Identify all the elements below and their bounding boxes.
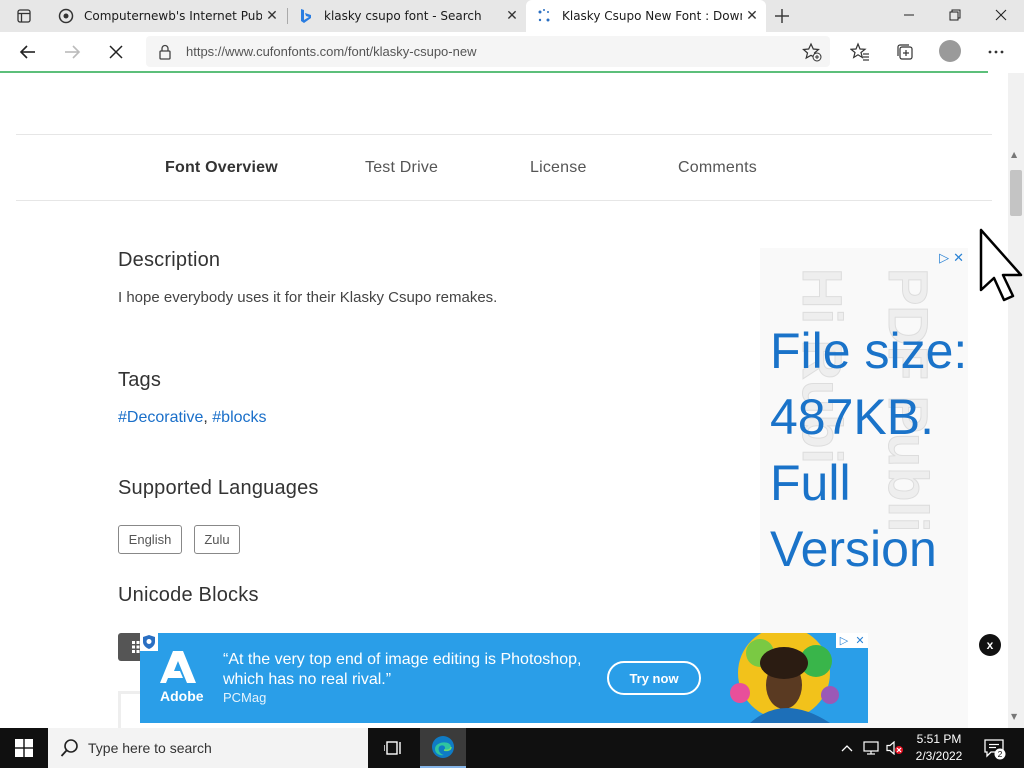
tab-actions-button[interactable] [8,4,40,28]
collections-button[interactable] [893,40,917,64]
tab-title: klasky csupo font - Search [324,9,482,23]
settings-menu-button[interactable] [984,40,1008,64]
subnav-license[interactable]: License [530,159,587,177]
back-arrow-icon [19,45,35,59]
subnav-test-drive[interactable]: Test Drive [365,159,438,177]
tab-search[interactable]: klasky csupo font - Search ✕ [288,0,526,32]
subnav-comments[interactable]: Comments [678,159,757,177]
chevron-up-icon [841,745,853,752]
forward-arrow-icon [65,45,81,59]
adchoices[interactable]: ▷ ✕ [939,251,964,266]
minimize-icon [904,14,914,16]
tag-separator: , [203,409,208,426]
task-view-icon [384,741,401,755]
volume-button[interactable] [884,728,906,768]
windows-logo-icon [15,739,33,757]
tab-computernewb[interactable]: Computernewb's Internet Pub H ✕ [48,0,286,32]
tab-strip: Computernewb's Internet Pub H ✕ klasky c… [0,0,1024,32]
tab-title: Computernewb's Internet Pub H [84,9,262,23]
banner-adchoices[interactable]: ▷ ✕ [836,633,868,648]
add-favorite-icon[interactable] [802,42,822,62]
banner-advertisement[interactable]: Adobe “At the very top end of image edit… [140,633,868,723]
unicode-blocks-heading: Unicode Blocks [118,584,259,606]
task-view-button[interactable] [372,728,416,768]
tab-title: Klasky Csupo New Font : Downlo [562,9,742,23]
scrollbar-thumb[interactable] [1010,170,1022,216]
system-clock[interactable]: 5:51 PM 2/3/2022 [910,731,968,765]
taskbar-edge-button[interactable] [420,728,466,768]
font-subnav: Font Overview Test Drive License Comment… [16,135,992,201]
scroll-up-arrow-icon[interactable]: ▲ [1011,150,1017,159]
taskbar: Type here to search 5:51 PM 2/3/2022 2 [0,728,1024,768]
ad-quote: “At the very top end of image editing is… [223,651,582,688]
more-dots-icon [988,50,1004,54]
supported-languages-heading: Supported Languages [118,477,319,499]
tag-link[interactable]: #blocks [212,409,266,426]
try-now-button[interactable]: Try now [607,661,701,695]
clock-time: 5:51 PM [916,732,962,746]
favorites-star-icon [850,42,869,61]
adchoices-play-icon[interactable]: ▷ [939,251,949,266]
search-placeholder: Type here to search [88,740,212,756]
edge-browser-icon [432,736,454,758]
close-window-button[interactable] [978,0,1024,30]
ad-brand: Adobe [160,688,204,704]
back-button[interactable] [12,36,44,68]
forward-button[interactable] [56,36,88,68]
subnav-font-overview[interactable]: Font Overview [165,159,278,177]
start-button[interactable] [0,728,48,768]
tags-heading: Tags [118,369,162,391]
restore-icon [949,9,961,21]
gear-shield-favicon-icon [58,8,74,24]
clock-date: 2/3/2022 [915,749,963,763]
tag-link[interactable]: #Decorative [118,409,203,426]
language-chip[interactable]: Zulu [194,525,240,554]
tag-list: #Decorative, #blocks [118,409,267,427]
network-button[interactable] [860,728,882,768]
network-icon [863,741,879,755]
notification-count: 2 [998,749,1003,759]
ad-close-icon[interactable]: ✕ [953,251,964,266]
bing-favicon-icon [298,8,314,24]
search-icon [60,739,78,757]
tab-klasky-csupo[interactable]: Klasky Csupo New Font : Downlo ✕ [526,0,766,32]
profile-avatar[interactable] [939,40,961,62]
taskbar-search-box[interactable]: Type here to search [48,728,368,768]
show-hidden-icons-button[interactable] [838,728,856,768]
ad-dismiss-button[interactable]: x [979,634,1001,656]
description-text: I hope everybody uses it for their Klask… [118,289,498,306]
scroll-down-arrow-icon[interactable]: ▼ [1011,712,1017,721]
tab-close-icon[interactable]: ✕ [262,6,282,26]
address-bar[interactable]: https://www.cufonfonts.com/font/klasky-c… [146,36,830,67]
mouse-cursor-icon [979,228,1023,302]
adchoices-play-icon[interactable]: ▷ [836,633,852,648]
lock-icon[interactable] [158,44,172,60]
minimize-button[interactable] [886,0,932,30]
ad-close-icon[interactable]: ✕ [852,633,868,648]
plus-icon [775,9,789,23]
favorites-button[interactable] [848,40,872,64]
tab-close-icon[interactable]: ✕ [742,6,762,26]
browser-toolbar: https://www.cufonfonts.com/font/klasky-c… [0,32,1024,72]
restore-button[interactable] [932,0,978,30]
description-heading: Description [118,249,221,271]
collections-icon [897,44,913,60]
new-tab-button[interactable] [770,4,794,28]
tab-close-icon[interactable]: ✕ [502,6,522,26]
tab-actions-icon [17,9,31,23]
stop-loading-button[interactable] [100,36,132,68]
close-icon [995,9,1007,21]
stop-x-icon [109,45,123,59]
page-content: Font Overview Test Drive License Comment… [0,73,1008,728]
shield-icon [140,633,158,651]
notification-icon: 2 [984,739,1006,760]
adobe-logo-icon [160,651,196,683]
action-center-button[interactable]: 2 [982,736,1006,760]
volume-muted-icon [886,741,903,755]
ad-source: PCMag [223,690,267,705]
ad-headline: File size: 487KB. Full Version [770,323,968,577]
language-chip[interactable]: English [118,525,182,554]
loading-favicon-icon [536,8,552,24]
url-text[interactable]: https://www.cufonfonts.com/font/klasky-c… [186,44,476,59]
